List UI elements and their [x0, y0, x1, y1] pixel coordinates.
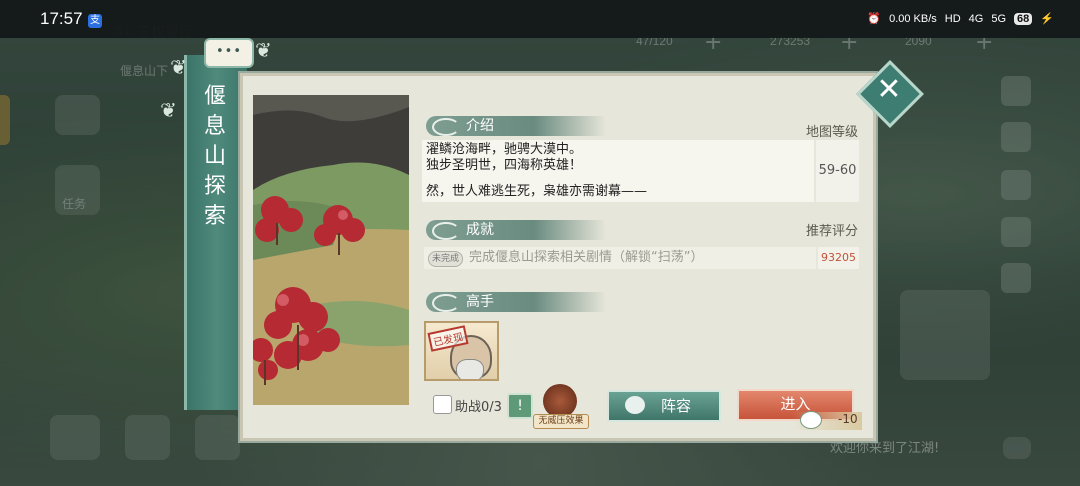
battery-icon: 68	[1014, 12, 1033, 25]
close-icon[interactable]: ✕	[870, 70, 908, 110]
achievement-section-title: 成就	[426, 220, 606, 240]
master-portrait[interactable]: 已发现	[424, 321, 499, 381]
achievement-row: 未完成 完成偃息山探索相关剧情（解锁“扫荡”）	[424, 247, 816, 269]
buff-item-label: 无威压效果	[533, 414, 589, 429]
app-icon: 支	[88, 14, 102, 28]
achievement-title-text: 成就	[466, 222, 494, 238]
achievement-text: 完成偃息山探索相关剧情（解锁“扫荡”）	[469, 250, 704, 265]
bird-icon: ❦	[160, 98, 177, 122]
lineup-button-label: 阵容	[661, 397, 692, 415]
status-bar: 17:57 支 ⏰ 0.00 KB/s HD 4G 5G 68 ⚡	[0, 0, 1080, 38]
net-speed: 0.00 KB/s	[889, 12, 937, 25]
bubble-icon[interactable]: •••	[204, 38, 254, 68]
bird-icon: ❦	[170, 55, 187, 79]
master-beard	[456, 359, 484, 379]
intro-line-3: 然，世人难逃生死，枭雄亦需谢幕——	[426, 184, 648, 199]
intro-text-box: 濯鳞沧海畔，驰骋大漠中。 独步圣明世，四海称英雄！ 然，世人难逃生死，枭雄亦需谢…	[422, 140, 814, 202]
signal-5g: 5G	[991, 12, 1007, 25]
masters-section-title: 高手	[426, 292, 606, 312]
map-level-label: 地图等级	[806, 125, 859, 140]
intro-line-1: 濯鳞沧海畔，驰骋大漠中。	[426, 142, 583, 157]
stamina-cost: -10	[838, 412, 858, 426]
intro-section-title: 介绍	[426, 116, 606, 136]
assist-label: 助战0/3	[455, 400, 502, 415]
map-level-value: 59-60	[816, 140, 859, 202]
swirl-icon	[432, 118, 460, 136]
assist-checkbox[interactable]	[433, 395, 452, 414]
map-title: 偃息山探索	[203, 84, 226, 229]
status-right: ⏰ 0.00 KB/s HD 4G 5G 68 ⚡	[867, 12, 1054, 25]
swirl-icon	[432, 222, 460, 240]
buff-item[interactable]	[540, 384, 582, 418]
intro-line-2: 独步圣明世，四海称英雄！	[426, 158, 583, 173]
scene-art	[253, 95, 409, 405]
swirl-icon	[432, 294, 460, 312]
map-scene-image	[253, 95, 409, 405]
signal-4g: 4G	[968, 12, 984, 25]
intro-title-text: 介绍	[466, 118, 494, 134]
alarm-icon: ⏰	[867, 13, 882, 25]
info-icon[interactable]: !	[507, 393, 533, 419]
lineup-icon	[625, 396, 645, 414]
status-time: 17:57	[40, 9, 83, 28]
bird-icon: ❦	[255, 38, 272, 62]
charging-icon: ⚡	[1040, 13, 1054, 25]
masters-title-text: 高手	[466, 294, 494, 310]
incomplete-badge: 未完成	[428, 251, 464, 267]
buff-item-icon	[543, 384, 577, 418]
lineup-button[interactable]: 阵容	[607, 390, 721, 422]
hd-icon: HD	[944, 12, 961, 25]
recommended-score-label: 推荐评分	[806, 224, 859, 239]
stamina-icon	[800, 411, 822, 429]
recommended-score-value: 93205	[818, 247, 859, 269]
